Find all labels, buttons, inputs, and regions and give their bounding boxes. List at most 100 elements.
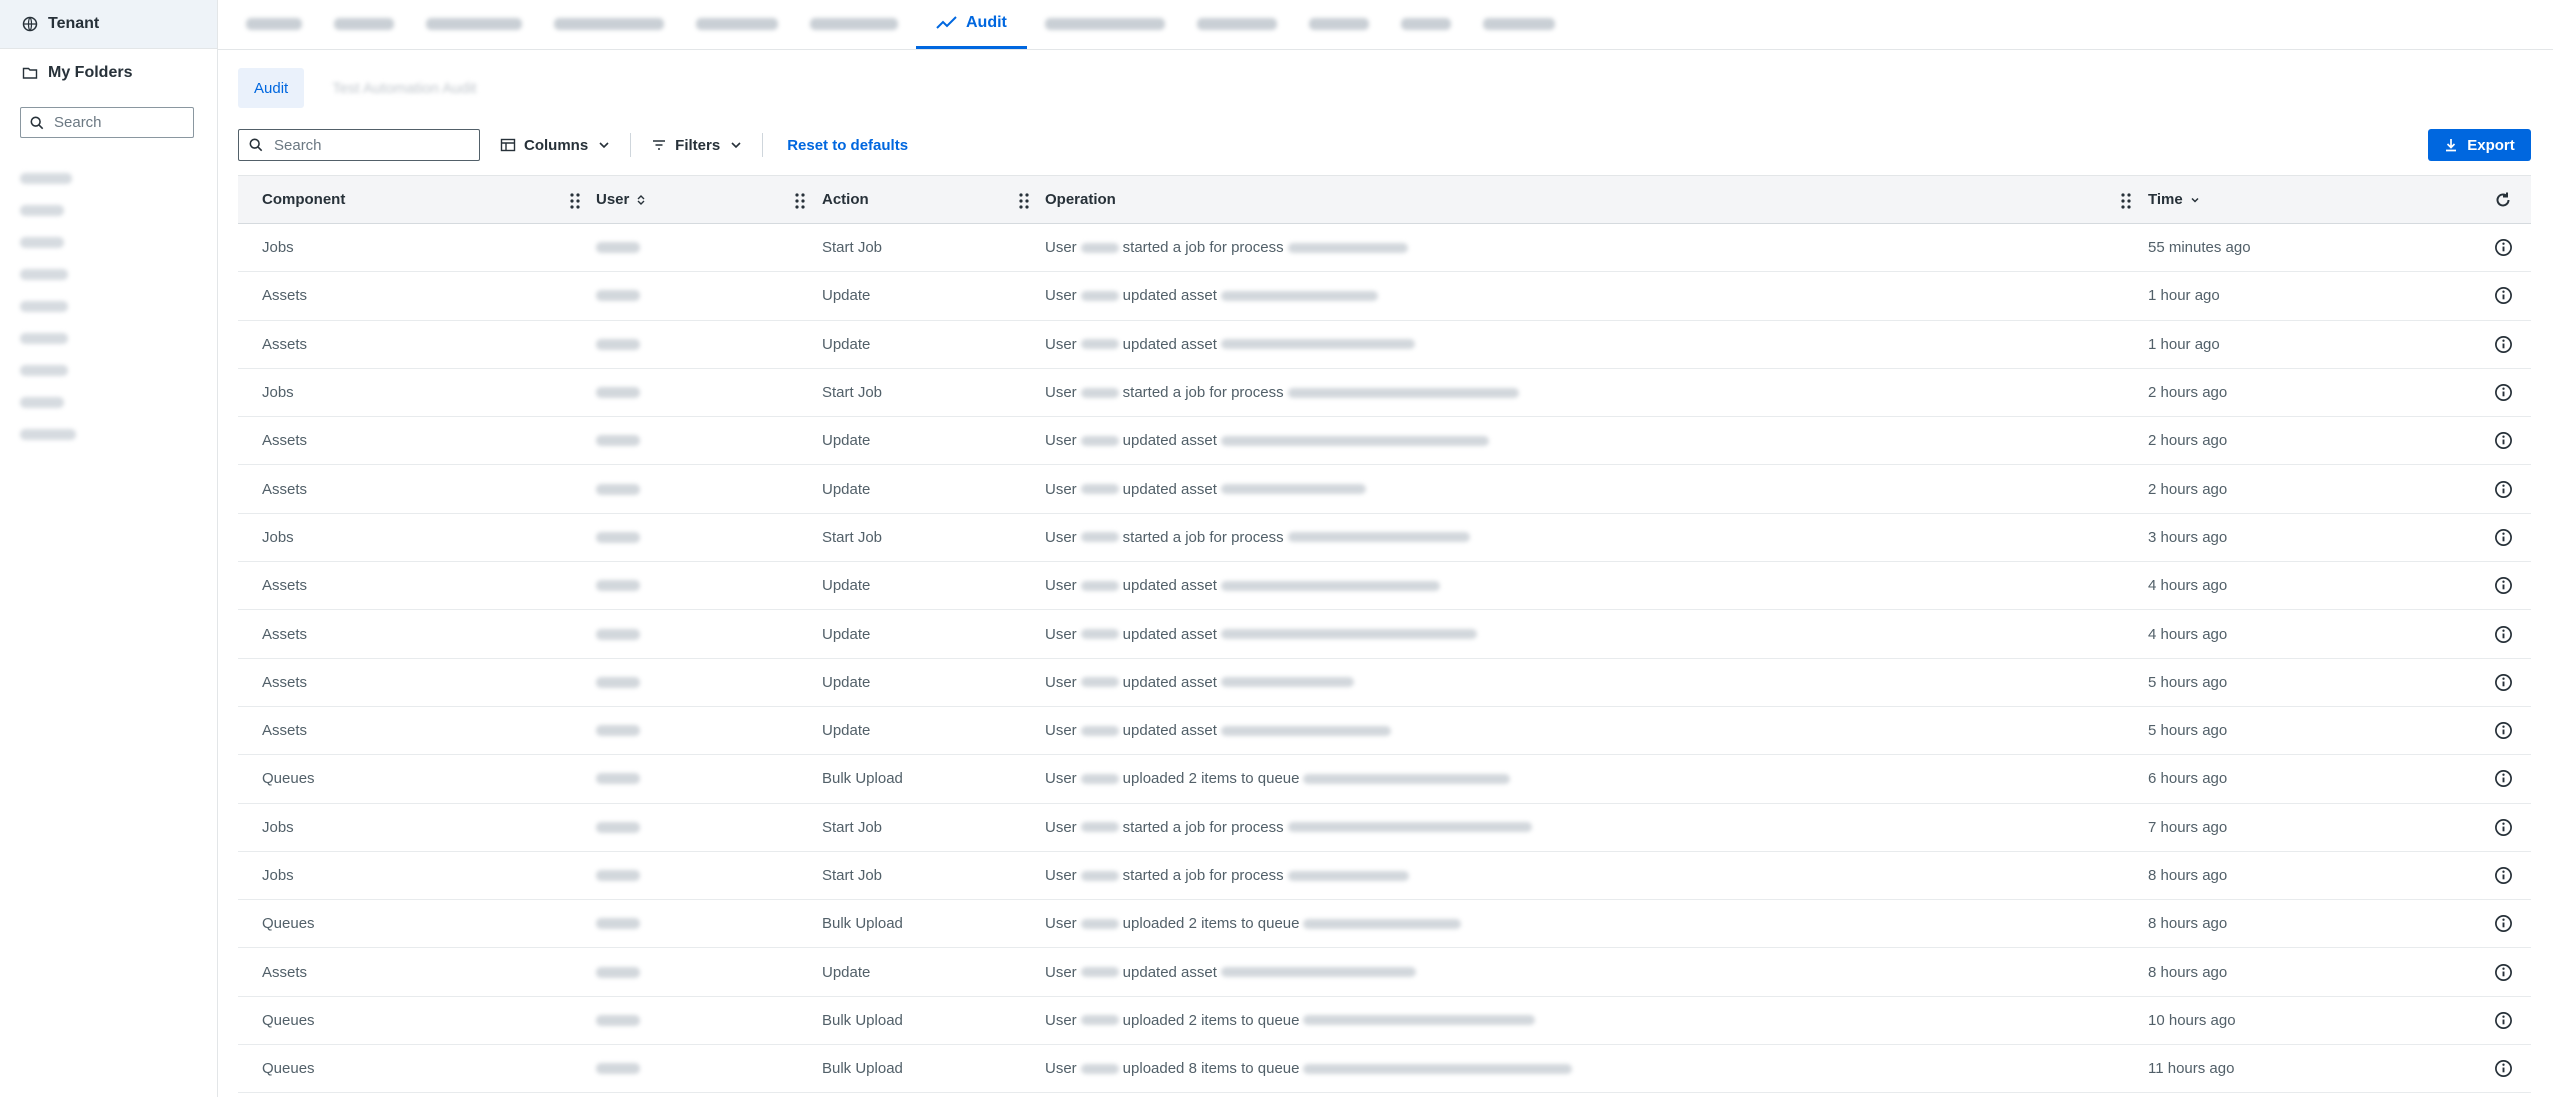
table-row[interactable]: Assets Update User updated asset 8 hours ago	[238, 948, 2531, 997]
table-row[interactable]: Jobs Start Job User started a job for proce…	[238, 224, 2531, 273]
row-details-button[interactable]	[2494, 804, 2513, 851]
row-details-button[interactable]	[2494, 707, 2513, 754]
header-action[interactable]: Action	[822, 176, 869, 223]
redacted-user	[596, 580, 640, 592]
trend-line-icon	[936, 15, 957, 29]
info-icon	[2495, 915, 2512, 933]
row-details-button[interactable]	[2494, 948, 2513, 995]
columns-button[interactable]: Columns	[500, 137, 610, 154]
sidebar-search-input[interactable]: Search	[20, 107, 194, 138]
table-row[interactable]: Assets Update User updated asset 5 hours ago	[238, 707, 2531, 756]
chevron-down-icon[interactable]	[2189, 194, 2201, 206]
sidebar-tenant-label: Tenant	[48, 15, 100, 32]
redacted-target	[1287, 822, 1532, 833]
redacted-tab-label	[426, 18, 522, 30]
table-row[interactable]: Assets Update User updated asset 2 hours ago	[238, 465, 2531, 514]
table-row[interactable]: Assets Update User updated asset 4 hours ago	[238, 610, 2531, 659]
tab-redacted[interactable]	[1387, 0, 1465, 49]
row-details-button[interactable]	[2494, 659, 2513, 706]
folder-item[interactable]	[0, 226, 217, 258]
tab-redacted[interactable]	[412, 0, 536, 49]
filters-button[interactable]: Filters	[651, 137, 742, 154]
folder-item[interactable]	[0, 322, 217, 354]
refresh-button[interactable]	[2494, 176, 2512, 223]
row-details-button[interactable]	[2494, 417, 2513, 464]
tab-redacted[interactable]	[1031, 0, 1179, 49]
operation-text: updated asset	[1122, 480, 1217, 498]
row-details-button[interactable]	[2494, 755, 2513, 802]
row-details-button[interactable]	[2494, 610, 2513, 657]
table-row[interactable]: Queues Bulk Upload User uploaded 8 items to…	[238, 1045, 2531, 1094]
header-operation[interactable]: Operation	[1045, 176, 1116, 223]
tab-redacted[interactable]	[1469, 0, 1569, 49]
row-details-button[interactable]	[2494, 997, 2513, 1044]
folder-item[interactable]	[0, 258, 217, 290]
tab-redacted[interactable]	[1295, 0, 1383, 49]
tab-redacted[interactable]	[682, 0, 792, 49]
table-row[interactable]: Queues Bulk Upload User uploaded 2 items to…	[238, 755, 2531, 804]
table-row[interactable]: Jobs Start Job User started a job for proce…	[238, 514, 2531, 563]
table-row[interactable]: Assets Update User updated asset 1 hour ago	[238, 272, 2531, 321]
operation-text: started a job for process	[1122, 867, 1284, 884]
folder-item[interactable]	[0, 386, 217, 418]
table-row[interactable]: Queues Bulk Upload User uploaded 2 items to…	[238, 997, 2531, 1046]
row-details-button[interactable]	[2494, 852, 2513, 899]
header-user[interactable]: User	[596, 176, 647, 223]
table-row[interactable]: Jobs Start Job User started a job for proce…	[238, 852, 2531, 901]
subtab-test-automation-audit[interactable]: Test Automation Audit	[316, 68, 492, 108]
redacted-username	[1080, 242, 1119, 253]
subtab-audit[interactable]: Audit	[238, 68, 305, 108]
row-details-button[interactable]	[2494, 224, 2513, 271]
row-details-button[interactable]	[2494, 272, 2513, 319]
reset-to-defaults-link[interactable]: Reset to defaults	[787, 137, 908, 154]
operation-text: updated asset	[1122, 287, 1217, 305]
table-row[interactable]: Assets Update User updated asset 5 hours ago	[238, 659, 2531, 707]
header-operation-label: Operation	[1045, 191, 1116, 208]
table-row[interactable]: Queues Bulk Upload User uploaded 2 items to…	[238, 900, 2531, 949]
cell-action: Start Job	[822, 818, 883, 836]
folder-item[interactable]	[0, 290, 217, 322]
drag-handle-icon[interactable]	[2120, 192, 2132, 210]
drag-handle-icon[interactable]	[794, 192, 806, 210]
operation-prefix: User	[1045, 673, 1077, 691]
table-row[interactable]: Jobs Start Job User started a job for proce…	[238, 804, 2531, 852]
search-input[interactable]: Search	[238, 129, 480, 161]
tab-redacted[interactable]	[1183, 0, 1291, 49]
operation-text: updated asset	[1122, 335, 1217, 353]
row-details-button[interactable]	[2494, 465, 2513, 512]
sidebar-item-my-folders[interactable]: My Folders	[0, 49, 217, 97]
cell-time: 10 hours ago	[2148, 1011, 2236, 1029]
folder-item[interactable]	[0, 194, 217, 226]
table-row[interactable]: Assets Update User updated asset 2 hours ago	[238, 417, 2531, 466]
drag-handle-icon[interactable]	[1018, 192, 1030, 210]
folder-item[interactable]	[0, 354, 217, 386]
tab-redacted[interactable]	[796, 0, 912, 49]
operation-text: uploaded 2 items to queue	[1122, 1011, 1300, 1029]
header-time[interactable]: Time	[2148, 176, 2201, 223]
row-details-button[interactable]	[2494, 1045, 2513, 1092]
sidebar-item-tenant[interactable]: Tenant	[0, 0, 217, 49]
header-component[interactable]: Component	[262, 176, 345, 223]
row-details-button[interactable]	[2494, 514, 2513, 561]
row-details-button[interactable]	[2494, 562, 2513, 609]
drag-handle-icon[interactable]	[569, 192, 581, 210]
download-icon	[2446, 139, 2457, 152]
table-row[interactable]: Jobs Start Job User started a job for proce…	[238, 369, 2531, 418]
search-icon	[30, 116, 44, 129]
tab-redacted[interactable]	[540, 0, 678, 49]
table-row[interactable]: Assets Update User updated asset 4 hours ago	[238, 562, 2531, 611]
tab-audit[interactable]: Audit	[916, 0, 1027, 49]
row-details-button[interactable]	[2494, 369, 2513, 416]
table-row[interactable]: Assets Update User updated asset 1 hour ago	[238, 321, 2531, 369]
cell-user	[596, 707, 640, 754]
export-button[interactable]: Export	[2428, 129, 2531, 161]
folder-item[interactable]	[0, 162, 217, 194]
tab-redacted[interactable]	[320, 0, 408, 49]
row-details-button[interactable]	[2494, 900, 2513, 947]
sort-icon[interactable]	[635, 194, 647, 206]
tab-redacted[interactable]	[232, 0, 316, 49]
redacted-username	[1080, 387, 1119, 398]
folder-item[interactable]	[0, 418, 217, 450]
operation-prefix: User	[1045, 335, 1077, 353]
row-details-button[interactable]	[2494, 321, 2513, 368]
